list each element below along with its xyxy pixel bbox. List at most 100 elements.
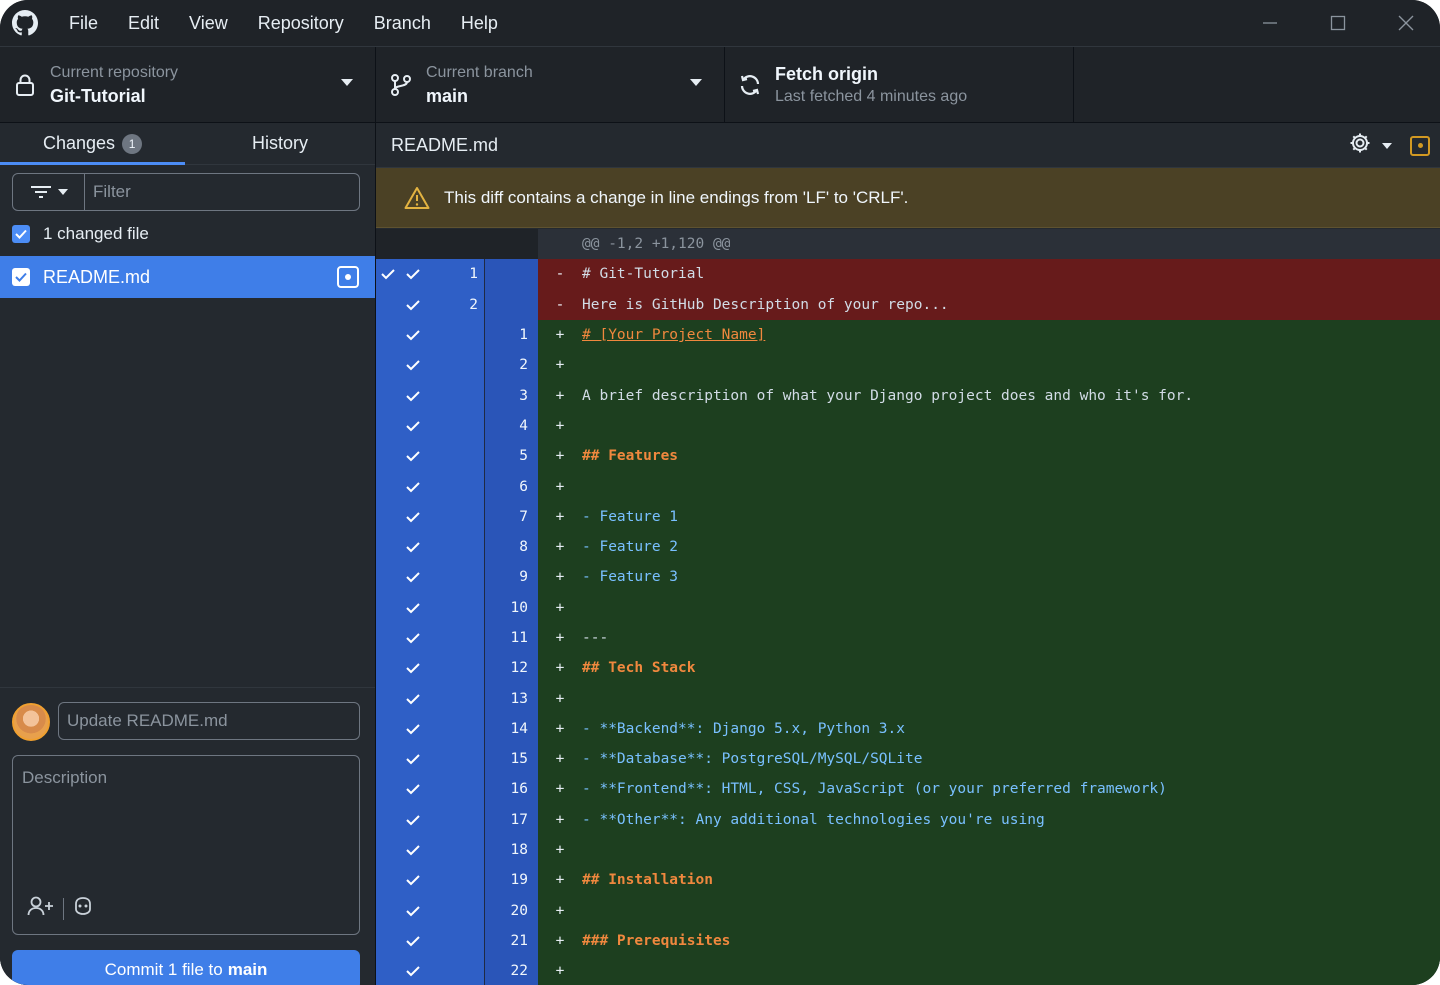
line-include-toggle[interactable]: [400, 895, 484, 926]
diff-line-added[interactable]: 14 + - **Backend**: Django 5.x, Python 3.x: [376, 713, 1440, 745]
diff-line-added[interactable]: 10 +: [376, 592, 1440, 623]
diff-line-added[interactable]: 13 +: [376, 683, 1440, 714]
diff-line-added[interactable]: 5 + ## Features: [376, 441, 1440, 472]
gear-icon[interactable]: [1348, 131, 1372, 160]
menu-help[interactable]: Help: [446, 0, 513, 46]
line-include-toggle[interactable]: [400, 834, 484, 866]
line-include-toggle[interactable]: [400, 350, 484, 381]
line-select-gutter[interactable]: [376, 865, 400, 896]
diff-line-added[interactable]: 18 +: [376, 834, 1440, 866]
line-select-gutter[interactable]: [376, 380, 400, 411]
line-select-gutter[interactable]: [376, 531, 400, 563]
menu-branch[interactable]: Branch: [359, 0, 446, 46]
line-select-gutter[interactable]: [376, 925, 400, 957]
diff-line-added[interactable]: 20 +: [376, 895, 1440, 926]
file-list-item[interactable]: README.md: [0, 256, 375, 298]
line-include-toggle[interactable]: [400, 774, 484, 805]
filter-options-button[interactable]: [13, 174, 85, 210]
line-select-gutter[interactable]: [376, 744, 400, 775]
diff-line-added[interactable]: 7 + - Feature 1: [376, 501, 1440, 532]
diff-line-deleted[interactable]: 2 - Here is GitHub Description of your rep…: [376, 289, 1440, 320]
line-include-toggle[interactable]: [400, 531, 484, 563]
select-all-row[interactable]: 1 changed file: [12, 221, 149, 247]
diff-line-added[interactable]: 2 +: [376, 350, 1440, 381]
diff-line-added[interactable]: 16 + - **Frontend**: HTML, CSS, JavaScript…: [376, 774, 1440, 805]
line-select-gutter[interactable]: [376, 622, 400, 654]
line-select-gutter[interactable]: [376, 713, 400, 745]
diff-line-added[interactable]: 3 + A brief description of what your Djang…: [376, 380, 1440, 411]
diff-line-added[interactable]: 22 +: [376, 956, 1440, 985]
line-include-toggle[interactable]: [400, 925, 484, 957]
menu-repository[interactable]: Repository: [243, 0, 359, 46]
filter-input[interactable]: [85, 174, 359, 210]
diff-line-added[interactable]: 21 + ### Prerequisites: [376, 925, 1440, 957]
add-coauthor-icon[interactable]: [27, 895, 55, 922]
line-include-toggle[interactable]: [400, 319, 484, 351]
line-include-toggle[interactable]: [400, 471, 484, 502]
menu-edit[interactable]: Edit: [113, 0, 174, 46]
line-select-gutter[interactable]: [376, 895, 400, 926]
line-select-gutter[interactable]: [376, 834, 400, 866]
commit-button[interactable]: Commit 1 file to main: [12, 950, 360, 985]
line-include-toggle[interactable]: [400, 865, 484, 896]
line-select-gutter[interactable]: [376, 956, 400, 985]
maximize-icon[interactable]: [1304, 0, 1372, 46]
line-select-gutter[interactable]: [376, 562, 400, 593]
file-checkbox[interactable]: [12, 268, 30, 286]
line-select-gutter[interactable]: [376, 653, 400, 684]
line-include-toggle[interactable]: [400, 683, 484, 714]
select-all-checkbox[interactable]: [12, 225, 30, 243]
line-include-toggle[interactable]: [400, 410, 484, 442]
line-include-toggle[interactable]: 1: [400, 259, 484, 290]
menu-view[interactable]: View: [174, 0, 243, 46]
diff-line-added[interactable]: 4 +: [376, 410, 1440, 442]
commit-description-field[interactable]: Description: [12, 755, 360, 935]
line-include-toggle[interactable]: [400, 592, 484, 623]
line-select-gutter[interactable]: [376, 592, 400, 623]
line-include-toggle[interactable]: [400, 653, 484, 684]
minimize-icon[interactable]: [1236, 0, 1304, 46]
line-include-toggle[interactable]: [400, 622, 484, 654]
menu-file[interactable]: File: [54, 0, 113, 46]
diff-line-added[interactable]: 1 + # [Your Project Name]: [376, 319, 1440, 351]
line-select-gutter[interactable]: [376, 410, 400, 442]
line-include-toggle[interactable]: [400, 956, 484, 985]
line-include-toggle[interactable]: [400, 804, 484, 835]
diff-line-deleted[interactable]: 1 - # Git-Tutorial: [376, 259, 1440, 290]
line-select-gutter[interactable]: [376, 441, 400, 472]
tab-history[interactable]: History: [185, 123, 375, 164]
diff-line-added[interactable]: 9 + - Feature 3: [376, 562, 1440, 593]
line-select-gutter[interactable]: [376, 683, 400, 714]
line-select-gutter[interactable]: [376, 501, 400, 532]
line-include-toggle[interactable]: [400, 713, 484, 745]
line-select-gutter[interactable]: [376, 319, 400, 351]
line-select-gutter[interactable]: [376, 289, 400, 320]
close-icon[interactable]: [1372, 0, 1440, 46]
chevron-down-icon[interactable]: [1382, 142, 1392, 149]
diff-line-added[interactable]: 8 + - Feature 2: [376, 531, 1440, 563]
diff-line-added[interactable]: 12 + ## Tech Stack: [376, 653, 1440, 684]
line-include-toggle[interactable]: [400, 562, 484, 593]
diff-line-added[interactable]: 19 + ## Installation: [376, 865, 1440, 896]
current-branch-button[interactable]: Current branch main: [376, 47, 725, 123]
line-include-toggle[interactable]: [400, 501, 484, 532]
line-include-toggle[interactable]: 2: [400, 289, 484, 320]
diff-line-added[interactable]: 11 + ---: [376, 622, 1440, 654]
diff-line-added[interactable]: 15 + - **Database**: PostgreSQL/MySQL/SQLi…: [376, 744, 1440, 775]
line-select-gutter[interactable]: [376, 350, 400, 381]
line-select-gutter[interactable]: [376, 471, 400, 502]
tab-changes[interactable]: Changes 1: [0, 123, 185, 165]
fetch-origin-button[interactable]: Fetch origin Last fetched 4 minutes ago: [725, 47, 1074, 123]
line-include-toggle[interactable]: [400, 380, 484, 411]
line-include-toggle[interactable]: [400, 441, 484, 472]
line-select-gutter[interactable]: [376, 259, 400, 290]
diff-line-added[interactable]: 6 +: [376, 471, 1440, 502]
current-repository-button[interactable]: Current repository Git-Tutorial: [0, 47, 376, 123]
copilot-icon[interactable]: [72, 896, 94, 921]
new-line-number: 22: [484, 956, 538, 985]
diff-line-added[interactable]: 17 + - **Other**: Any additional technolog…: [376, 804, 1440, 835]
line-include-toggle[interactable]: [400, 744, 484, 775]
line-select-gutter[interactable]: [376, 774, 400, 805]
commit-summary-input[interactable]: [58, 702, 360, 740]
line-select-gutter[interactable]: [376, 804, 400, 835]
